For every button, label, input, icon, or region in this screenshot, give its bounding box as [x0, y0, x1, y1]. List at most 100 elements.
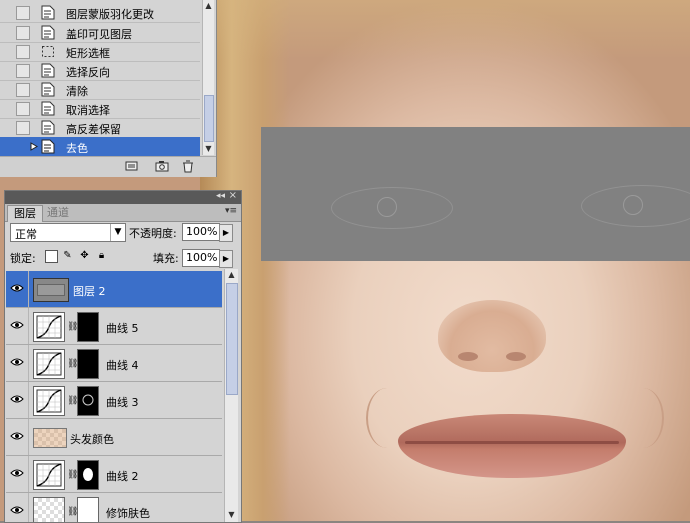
layer-mask-thumbnail[interactable]	[77, 497, 99, 522]
mask-eye-marks	[82, 394, 94, 406]
history-item-label: 图层蒙版羽化更改	[66, 8, 154, 21]
eye-icon	[10, 358, 24, 366]
document-icon	[41, 101, 55, 116]
history-item-label: 高反差保留	[66, 123, 121, 136]
history-brush-source-checkbox[interactable]	[16, 6, 30, 20]
close-icon[interactable]: ×	[229, 190, 237, 201]
history-item[interactable]: 清除	[0, 80, 200, 100]
layer-row[interactable]: 图层 2	[6, 271, 222, 308]
scrollbar-thumb[interactable]	[204, 95, 214, 142]
visibility-toggle[interactable]	[6, 382, 29, 418]
visibility-toggle[interactable]	[6, 271, 29, 307]
eye-icon	[10, 506, 24, 514]
thumbnail-gray-bar	[37, 284, 65, 296]
layer-mask-thumbnail[interactable]	[77, 386, 99, 416]
mask-white-shape	[83, 468, 93, 481]
hair-top-region	[200, 0, 690, 60]
history-item-label: 矩形选框	[66, 47, 110, 60]
tab-channels[interactable]: 通道	[41, 205, 75, 221]
history-item[interactable]: 盖印可见图层	[0, 23, 200, 43]
history-brush-source-checkbox[interactable]	[16, 102, 30, 116]
history-brush-source-checkbox[interactable]	[16, 64, 30, 78]
panel-title-bar[interactable]: ◂◂ ×	[5, 190, 241, 204]
lock-image-pixels-icon[interactable]: ✎	[62, 250, 73, 261]
document-icon	[41, 63, 55, 78]
history-item-selected[interactable]: 去色	[0, 137, 200, 157]
layers-panel: ◂◂ × 图层 通道 ▾≡ 正常 ▼ 不透明度: 100% ▶ 锁定: ✎ ✥ …	[4, 190, 242, 523]
layer-mask-thumbnail[interactable]	[77, 349, 99, 379]
history-brush-source-checkbox[interactable]	[16, 45, 30, 59]
curves-adjustment-icon	[33, 349, 65, 379]
fill-label: 填充:	[153, 252, 179, 265]
history-item-label: 选择反向	[66, 66, 110, 79]
chevron-down-icon[interactable]: ▼	[110, 224, 125, 241]
history-item[interactable]: 取消选择	[0, 99, 200, 119]
document-icon	[41, 120, 55, 135]
curves-adjustment-icon	[33, 460, 65, 490]
fill-slider-arrow-icon[interactable]: ▶	[219, 250, 233, 268]
history-item-label: 盖印可见图层	[66, 28, 132, 41]
smile-line-right	[622, 388, 664, 448]
lock-position-icon[interactable]: ✥	[79, 250, 90, 261]
snapshot-icon[interactable]	[155, 160, 169, 172]
new-document-icon[interactable]	[125, 160, 138, 172]
layer-thumbnail	[33, 497, 65, 522]
opacity-value: 100%	[186, 225, 218, 238]
tab-layers[interactable]: 图层	[7, 205, 43, 222]
scrollbar-thumb[interactable]	[226, 283, 238, 395]
layer-name: 曲线 2	[106, 470, 139, 483]
eye-icon	[10, 432, 24, 440]
history-item-label: 清除	[66, 85, 88, 98]
history-brush-source-checkbox[interactable]	[16, 26, 30, 40]
layer-mask-thumbnail[interactable]	[77, 460, 99, 490]
nose	[438, 300, 546, 372]
nostril-right	[506, 352, 526, 361]
scroll-up-arrow[interactable]: ▲	[225, 269, 238, 280]
layer-name: 曲线 4	[106, 359, 139, 372]
history-state-slider-icon[interactable]	[30, 142, 38, 151]
visibility-toggle[interactable]	[6, 493, 29, 522]
visibility-toggle[interactable]	[6, 456, 29, 492]
document-icon	[41, 139, 55, 154]
layer-row[interactable]: ⛓ 修饰肤色	[6, 493, 222, 522]
layers-scrollbar[interactable]: ▲ ▼	[224, 269, 238, 522]
blend-mode-value: 正常	[15, 228, 37, 241]
layer-row[interactable]: 头发颜色	[6, 419, 222, 456]
layer-row[interactable]: ⛓ 曲线 5	[6, 308, 222, 345]
trash-icon[interactable]	[182, 160, 194, 173]
history-item[interactable]: 图层蒙版羽化更改	[0, 3, 200, 23]
history-scrollbar[interactable]: ▲ ▼	[202, 0, 214, 155]
lock-all-icon[interactable]: 🔒︎	[96, 250, 107, 261]
history-brush-source-checkbox[interactable]	[16, 121, 30, 135]
curves-adjustment-icon	[33, 312, 65, 342]
scroll-down-arrow[interactable]: ▼	[203, 143, 214, 154]
pupil-right	[623, 195, 643, 215]
layer-thumbnail	[33, 428, 67, 448]
layer-mask-thumbnail[interactable]	[77, 312, 99, 342]
visibility-toggle[interactable]	[6, 419, 29, 455]
layer-name: 曲线 5	[106, 322, 139, 335]
blend-mode-select[interactable]: 正常 ▼	[10, 223, 126, 242]
opacity-field[interactable]: 100% ▶	[182, 223, 233, 242]
layer-row[interactable]: ⛓ 曲线 2	[6, 456, 222, 493]
history-item-label: 去色	[66, 142, 88, 155]
panel-menu-icon[interactable]: ▾≡	[225, 206, 237, 216]
lock-label: 锁定:	[10, 252, 36, 265]
fill-field[interactable]: 100% ▶	[182, 249, 233, 268]
layer-row[interactable]: ⛓ 曲线 3	[6, 382, 222, 419]
curves-adjustment-icon	[33, 386, 65, 416]
opacity-slider-arrow-icon[interactable]: ▶	[219, 224, 233, 242]
scroll-up-arrow[interactable]: ▲	[203, 0, 214, 11]
history-item[interactable]: 高反差保留	[0, 118, 200, 138]
scroll-down-arrow[interactable]: ▼	[225, 509, 238, 520]
collapse-icon[interactable]: ◂◂	[216, 191, 225, 201]
visibility-toggle[interactable]	[6, 345, 29, 381]
history-item[interactable]: 选择反向	[0, 61, 200, 81]
document-icon	[41, 25, 55, 40]
history-brush-source-checkbox[interactable]	[16, 83, 30, 97]
visibility-toggle[interactable]	[6, 308, 29, 344]
history-item[interactable]: 矩形选框	[0, 42, 200, 62]
layer-name: 修饰肤色	[106, 507, 150, 520]
lock-transparent-pixels-icon[interactable]	[45, 250, 58, 263]
layer-row[interactable]: ⛓ 曲线 4	[6, 345, 222, 382]
